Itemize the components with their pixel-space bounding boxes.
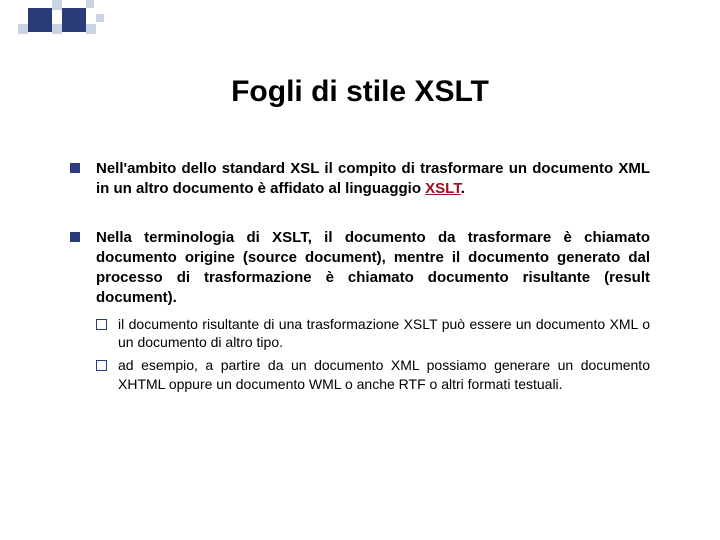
bullet-text-pre: Nell'ambito dello standard XSL il compit… xyxy=(96,160,650,197)
sub-item: ad esempio, a partire da un documento XM… xyxy=(96,356,650,394)
slide-title: Fogli di stile XSLT xyxy=(70,75,650,109)
emphasis-xslt: XSLT xyxy=(425,180,461,197)
sub-list: il documento risultante di una trasforma… xyxy=(96,315,650,395)
bullet-item: Nell'ambito dello standard XSL il compit… xyxy=(70,159,650,200)
slide-content: Fogli di stile XSLT Nell'ambito dello st… xyxy=(0,0,720,540)
sub-item: il documento risultante di una trasforma… xyxy=(96,315,650,353)
bullet-list: Nell'ambito dello standard XSL il compit… xyxy=(70,159,650,394)
bullet-text: Nella terminologia di XSLT, il documento… xyxy=(96,229,650,307)
bullet-text-post: . xyxy=(461,180,465,197)
bullet-item: Nella terminologia di XSLT, il documento… xyxy=(70,228,650,395)
